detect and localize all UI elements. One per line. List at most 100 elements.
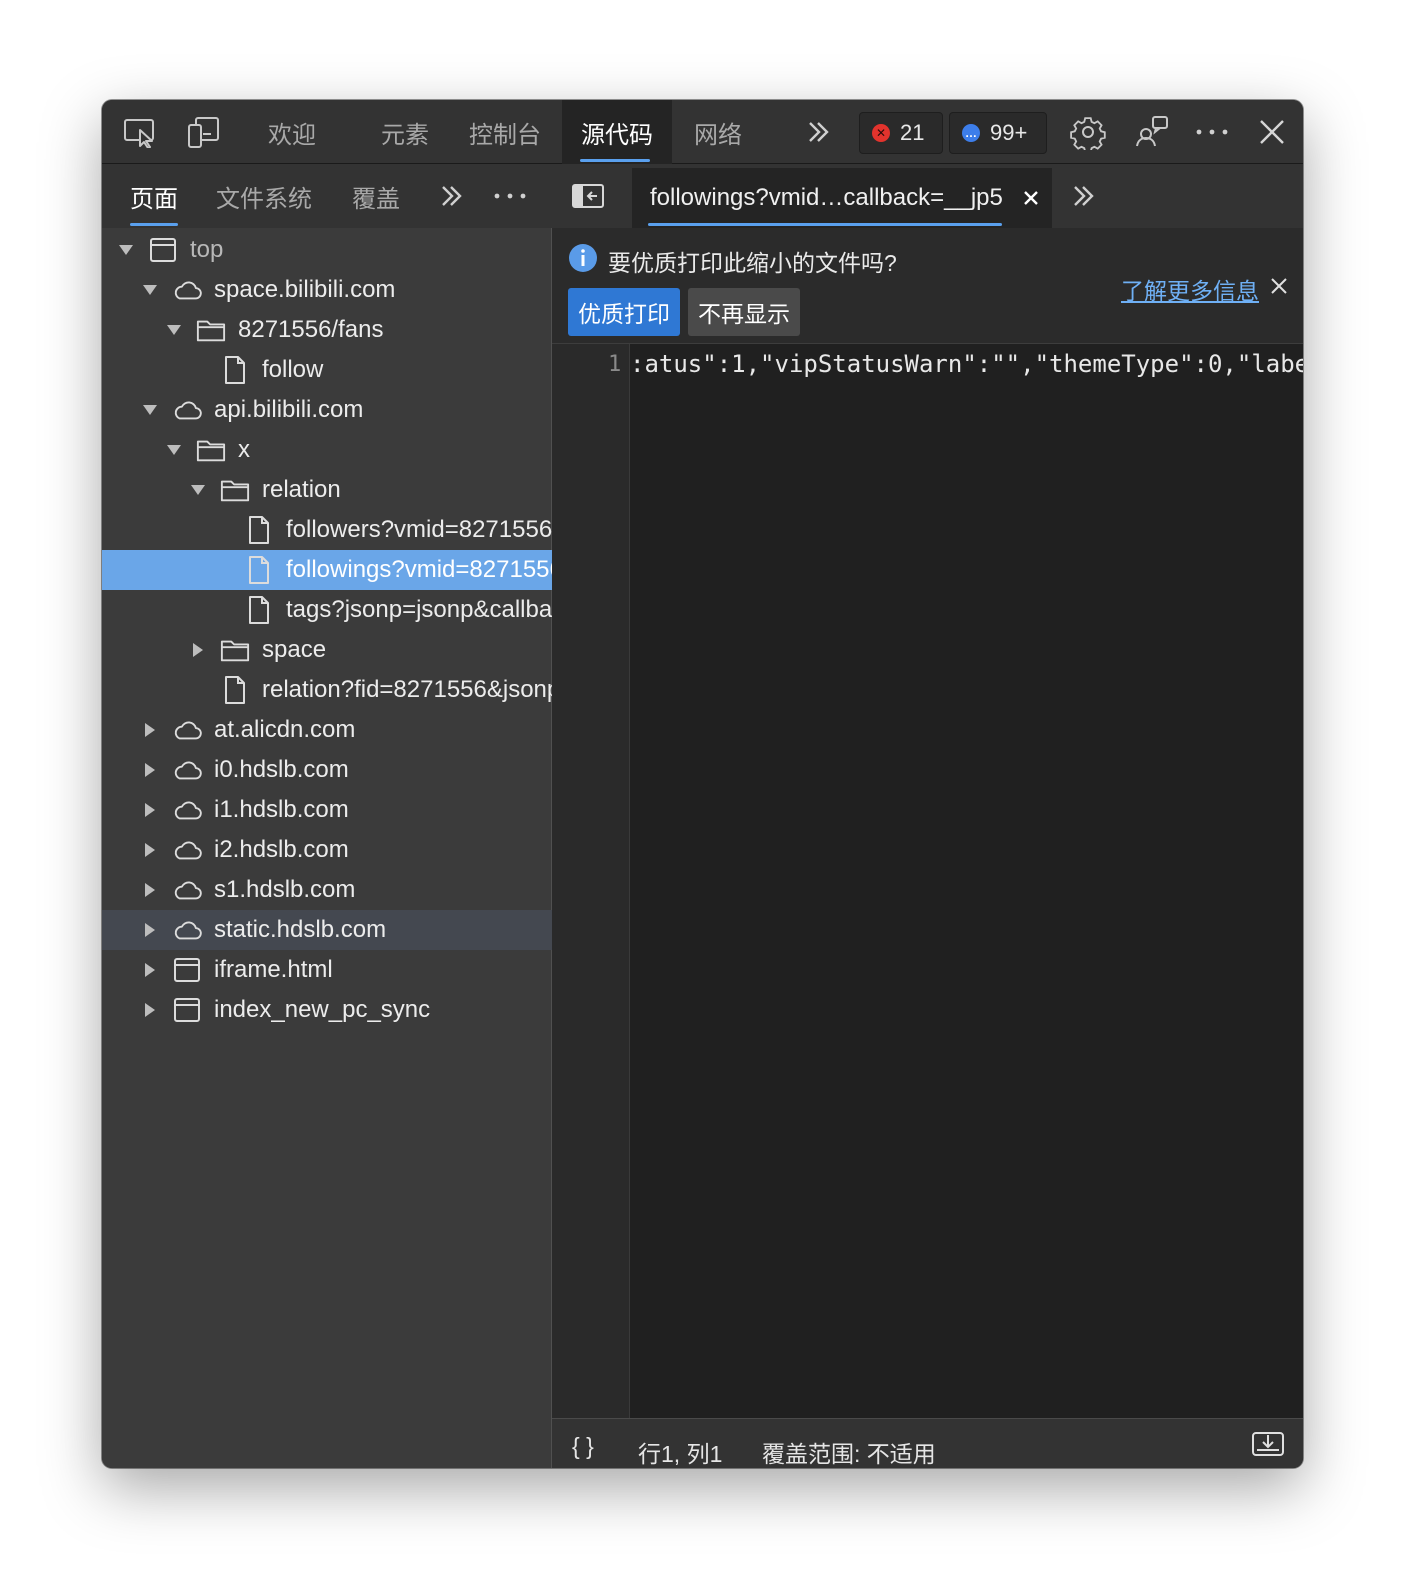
- tree-item-label: i2.hdslb.com: [214, 836, 349, 863]
- file-icon: [220, 355, 250, 385]
- toggle-navigator-icon[interactable]: [568, 176, 608, 216]
- caret-right-icon[interactable]: [142, 762, 158, 778]
- line-gutter: 1: [552, 344, 630, 1418]
- format-braces-button[interactable]: { }: [572, 1433, 594, 1460]
- error-icon: ✕: [872, 124, 890, 142]
- frame-icon: [148, 235, 178, 265]
- tree-item[interactable]: i1.hdslb.com: [102, 790, 552, 830]
- caret-right-icon[interactable]: [142, 962, 158, 978]
- status-bar: { } 行1, 列1 覆盖范围: 不适用: [552, 1418, 1303, 1468]
- tree-item[interactable]: top: [102, 230, 552, 270]
- caret-down-icon[interactable]: [118, 242, 134, 258]
- code-area[interactable]: :atus":1,"vipStatusWarn":"","themeType":…: [630, 344, 1303, 1418]
- caret-down-icon[interactable]: [142, 282, 158, 298]
- tab-console[interactable]: 控制台: [458, 100, 552, 164]
- file-tree: top space.bilibili.com 8271556/fans follow a…: [102, 230, 552, 1030]
- tree-item-label: space: [262, 636, 327, 663]
- more-tabs-icon[interactable]: [799, 112, 839, 152]
- caret-right-icon[interactable]: [190, 642, 206, 658]
- tree-item[interactable]: 8271556/fans: [102, 310, 552, 350]
- cloud-icon: [172, 275, 202, 305]
- file-icon: [244, 515, 274, 545]
- folder-icon: [220, 475, 250, 505]
- navigator-panel: 页面 文件系统 覆盖 top space.bilibili.com 8271556/…: [102, 164, 552, 1468]
- frame-icon: [172, 955, 202, 985]
- caret-right-icon[interactable]: [142, 922, 158, 938]
- tree-item-label: followings?vmid=8271556: [286, 556, 552, 583]
- file-icon: [244, 555, 274, 585]
- tree-item[interactable]: index_new_pc_sync: [102, 990, 552, 1030]
- line-number: 1: [608, 352, 622, 377]
- caret-right-icon[interactable]: [142, 882, 158, 898]
- tree-item[interactable]: i2.hdslb.com: [102, 830, 552, 870]
- tree-item-label: tags?jsonp=jsonp&callback: [286, 596, 552, 623]
- cloud-icon: [172, 835, 202, 865]
- tree-item-label: top: [190, 236, 224, 263]
- caret-right-icon[interactable]: [142, 802, 158, 818]
- caret-down-icon[interactable]: [190, 482, 206, 498]
- folder-icon: [196, 435, 226, 465]
- more-files-icon[interactable]: [1064, 176, 1104, 216]
- tree-item-label: follow: [262, 356, 324, 383]
- download-icon[interactable]: [1251, 1429, 1285, 1462]
- device-emulation-icon[interactable]: [184, 112, 224, 152]
- cloud-icon: [172, 395, 202, 425]
- tree-item-label: i0.hdslb.com: [214, 756, 349, 783]
- tree-item[interactable]: x: [102, 430, 552, 470]
- caret-down-icon[interactable]: [166, 322, 182, 338]
- tree-item-label: static.hdslb.com: [214, 916, 387, 943]
- pretty-print-button[interactable]: 优质打印: [568, 288, 680, 336]
- tree-item[interactable]: space: [102, 630, 552, 670]
- tree-item[interactable]: at.alicdn.com: [102, 710, 552, 750]
- inspect-icon[interactable]: [120, 112, 160, 152]
- tree-item[interactable]: static.hdslb.com: [102, 910, 552, 950]
- settings-icon[interactable]: [1068, 112, 1108, 152]
- navigator-tabs: 页面 文件系统 覆盖: [102, 164, 552, 228]
- caret-right-icon[interactable]: [142, 722, 158, 738]
- tab-network[interactable]: 网络: [676, 100, 760, 164]
- tree-item[interactable]: followers?vmid=8271556: [102, 510, 552, 550]
- file-icon: [220, 675, 250, 705]
- tab-sources[interactable]: 源代码: [562, 100, 672, 164]
- caret-down-icon[interactable]: [166, 442, 182, 458]
- messages-counter[interactable]: … 99+: [949, 112, 1047, 154]
- close-icon[interactable]: [1252, 112, 1292, 152]
- tab-page[interactable]: 页面: [130, 164, 178, 228]
- caret-right-icon[interactable]: [142, 842, 158, 858]
- tree-item-label: at.alicdn.com: [214, 716, 356, 743]
- tree-item[interactable]: s1.hdslb.com: [102, 870, 552, 910]
- tree-item-label: space.bilibili.com: [214, 276, 396, 303]
- feedback-icon[interactable]: [1132, 112, 1172, 152]
- tab-welcome[interactable]: 欢迎: [250, 100, 334, 164]
- more-navigator-tabs-icon[interactable]: [432, 176, 472, 216]
- file-tab-close-icon[interactable]: [1022, 186, 1040, 214]
- tab-elements[interactable]: 元素: [362, 100, 448, 164]
- tree-item[interactable]: follow: [102, 350, 552, 390]
- cloud-icon: [172, 795, 202, 825]
- caret-right-icon[interactable]: [142, 1002, 158, 1018]
- message-icon: …: [962, 124, 980, 142]
- caret-down-icon[interactable]: [142, 402, 158, 418]
- learn-more-link[interactable]: 了解更多信息: [1121, 272, 1259, 306]
- tree-item[interactable]: tags?jsonp=jsonp&callback: [102, 590, 552, 630]
- cloud-icon: [172, 715, 202, 745]
- tree-item[interactable]: followings?vmid=8271556: [102, 550, 552, 590]
- code-line: :atus":1,"vipStatusWarn":"","themeType":…: [630, 350, 1303, 378]
- tab-overrides[interactable]: 覆盖: [352, 164, 400, 228]
- cloud-icon: [172, 875, 202, 905]
- tree-item[interactable]: space.bilibili.com: [102, 270, 552, 310]
- devtools-window: 欢迎 元素 控制台 源代码 网络 ✕ 21 … 99+ 页面 文件系统 覆盖 t…: [102, 100, 1303, 1468]
- tree-item[interactable]: api.bilibili.com: [102, 390, 552, 430]
- tree-item[interactable]: relation?fid=8271556&jsonp: [102, 670, 552, 710]
- tree-item-label: index_new_pc_sync: [214, 996, 431, 1023]
- tree-item[interactable]: iframe.html: [102, 950, 552, 990]
- navigator-menu-icon[interactable]: [490, 176, 530, 216]
- tree-item[interactable]: relation: [102, 470, 552, 510]
- infobar-close-icon[interactable]: [1269, 276, 1289, 301]
- more-options-icon[interactable]: [1192, 112, 1232, 152]
- file-tab[interactable]: followings?vmid…callback=__jp5: [632, 168, 1052, 228]
- dont-show-again-button[interactable]: 不再显示: [688, 288, 800, 336]
- errors-counter[interactable]: ✕ 21: [859, 112, 943, 154]
- tab-filesystem[interactable]: 文件系统: [216, 164, 312, 228]
- tree-item[interactable]: i0.hdslb.com: [102, 750, 552, 790]
